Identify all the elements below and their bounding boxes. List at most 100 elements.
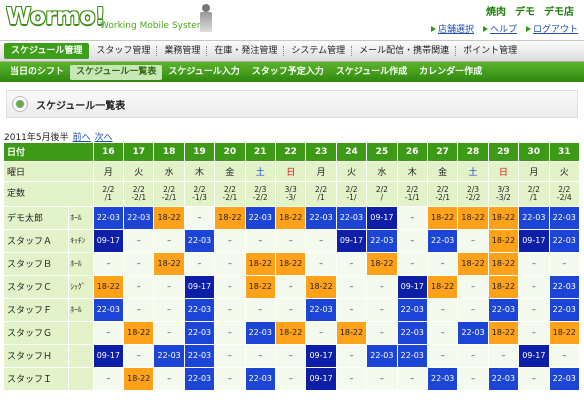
shift-cell[interactable]: 22-03 [457, 321, 489, 345]
staff-name[interactable]: スタッフＨ [4, 344, 70, 368]
shift-cell[interactable]: 09-17 [518, 229, 550, 253]
shift-cell[interactable]: 18-22 [427, 206, 459, 230]
shift-cell[interactable]: 22-03 [549, 298, 581, 322]
shift-cell[interactable]: – [427, 344, 459, 368]
tab-schedule-create[interactable]: スケジュール作成 [330, 65, 413, 80]
shift-cell[interactable]: 18-22 [427, 275, 459, 299]
shift-cell[interactable]: 22-03 [93, 206, 125, 230]
shift-cell[interactable]: – [275, 298, 307, 322]
logout-link[interactable]: ログアウト [525, 22, 578, 35]
shift-cell[interactable]: – [123, 344, 155, 368]
shift-cell[interactable]: 22-03 [184, 229, 216, 253]
shift-cell[interactable]: 09-17 [366, 206, 398, 230]
shift-cell[interactable]: 18-22 [549, 321, 581, 345]
shift-cell[interactable]: – [427, 298, 459, 322]
shift-cell[interactable]: – [275, 275, 307, 299]
shift-cell[interactable]: – [214, 229, 246, 253]
shift-cell[interactable]: – [305, 321, 337, 345]
shift-cell[interactable]: – [457, 229, 489, 253]
staff-name[interactable]: スタッフＣ [4, 275, 70, 299]
shift-cell[interactable]: 18-22 [245, 275, 277, 299]
shift-cell[interactable]: 22-03 [305, 298, 337, 322]
shift-cell[interactable]: – [123, 252, 155, 276]
menu-points[interactable]: ポイント管理 [456, 43, 524, 59]
shift-cell[interactable]: 18-22 [153, 252, 185, 276]
shift-cell[interactable]: 18-22 [336, 321, 368, 345]
shift-cell[interactable]: – [549, 344, 581, 368]
shift-cell[interactable]: 09-17 [336, 229, 368, 253]
shift-cell[interactable]: 22-03 [184, 344, 216, 368]
shift-cell[interactable]: 22-03 [336, 206, 368, 230]
shift-cell[interactable]: – [336, 344, 368, 368]
shift-cell[interactable]: – [153, 298, 185, 322]
shift-cell[interactable]: – [214, 367, 246, 391]
shift-cell[interactable]: – [549, 252, 581, 276]
shift-cell[interactable]: – [518, 298, 550, 322]
shift-cell[interactable]: 22-03 [518, 206, 550, 230]
shift-cell[interactable]: 18-22 [488, 275, 520, 299]
shift-cell[interactable]: 22-03 [427, 367, 459, 391]
shift-cell[interactable]: 09-17 [397, 275, 428, 299]
shift-cell[interactable]: – [153, 229, 185, 253]
shift-cell[interactable]: 22-03 [397, 321, 428, 345]
shift-cell[interactable]: 18-22 [488, 321, 520, 345]
shift-cell[interactable]: – [275, 229, 307, 253]
shift-cell[interactable]: 22-03 [245, 321, 277, 345]
shift-cell[interactable]: 22-03 [549, 229, 581, 253]
menu-business[interactable]: 業務管理 [157, 43, 208, 59]
shift-cell[interactable]: – [366, 298, 398, 322]
shift-cell[interactable]: 18-22 [93, 275, 125, 299]
shift-cell[interactable]: – [245, 298, 277, 322]
shift-cell[interactable]: 18-22 [488, 229, 520, 253]
shift-cell[interactable]: – [457, 298, 489, 322]
store-select-link[interactable]: 店舗選択 [430, 22, 474, 35]
shift-cell[interactable]: 22-03 [93, 298, 125, 322]
shift-cell[interactable]: – [366, 275, 398, 299]
shift-cell[interactable]: – [336, 252, 368, 276]
shift-cell[interactable]: 09-17 [305, 367, 337, 391]
shift-cell[interactable]: – [275, 344, 307, 368]
shift-cell[interactable]: – [336, 298, 368, 322]
shift-cell[interactable]: – [488, 344, 520, 368]
shift-cell[interactable]: – [153, 367, 185, 391]
shift-cell[interactable]: – [397, 206, 428, 230]
tab-today-shift[interactable]: 当日のシフト [4, 65, 70, 80]
shift-cell[interactable]: – [305, 252, 337, 276]
shift-cell[interactable]: 22-03 [397, 298, 428, 322]
shift-cell[interactable]: – [153, 321, 185, 345]
shift-cell[interactable]: – [184, 206, 216, 230]
shift-cell[interactable]: 22-03 [488, 298, 520, 322]
shift-cell[interactable]: – [397, 229, 428, 253]
shift-cell[interactable]: 09-17 [93, 229, 125, 253]
shift-cell[interactable]: – [427, 321, 459, 345]
shift-cell[interactable]: 22-03 [123, 206, 155, 230]
shift-cell[interactable]: 18-22 [245, 252, 277, 276]
shift-cell[interactable]: 18-22 [305, 275, 337, 299]
shift-cell[interactable]: – [93, 252, 125, 276]
shift-cell[interactable]: – [457, 275, 489, 299]
shift-cell[interactable]: 22-03 [549, 367, 581, 391]
shift-cell[interactable]: – [336, 367, 368, 391]
shift-cell[interactable]: – [153, 275, 185, 299]
shift-cell[interactable]: – [93, 367, 125, 391]
shift-cell[interactable]: – [245, 229, 277, 253]
tab-schedule-list[interactable]: スケジュール一覧表 [70, 64, 163, 80]
shift-cell[interactable]: – [518, 275, 550, 299]
shift-cell[interactable]: – [214, 252, 246, 276]
shift-cell[interactable]: 18-22 [275, 252, 307, 276]
menu-inventory[interactable]: 在庫・発注管理 [207, 43, 285, 59]
shift-cell[interactable]: – [93, 321, 125, 345]
shift-cell[interactable]: 09-17 [184, 275, 216, 299]
shift-cell[interactable]: 22-03 [184, 321, 216, 345]
menu-staff[interactable]: スタッフ管理 [89, 43, 158, 59]
shift-cell[interactable]: 22-03 [549, 275, 581, 299]
staff-name[interactable]: スタッフＡ [4, 229, 70, 253]
shift-cell[interactable]: – [245, 344, 277, 368]
next-period-link[interactable]: 次へ [95, 130, 113, 143]
staff-name[interactable]: デモ太郎 [4, 206, 70, 230]
shift-cell[interactable]: 22-03 [153, 344, 185, 368]
shift-cell[interactable]: – [366, 367, 398, 391]
menu-schedule[interactable]: スケジュール管理 [4, 43, 90, 59]
shift-cell[interactable]: 18-22 [123, 367, 155, 391]
shift-cell[interactable]: 09-17 [93, 344, 125, 368]
